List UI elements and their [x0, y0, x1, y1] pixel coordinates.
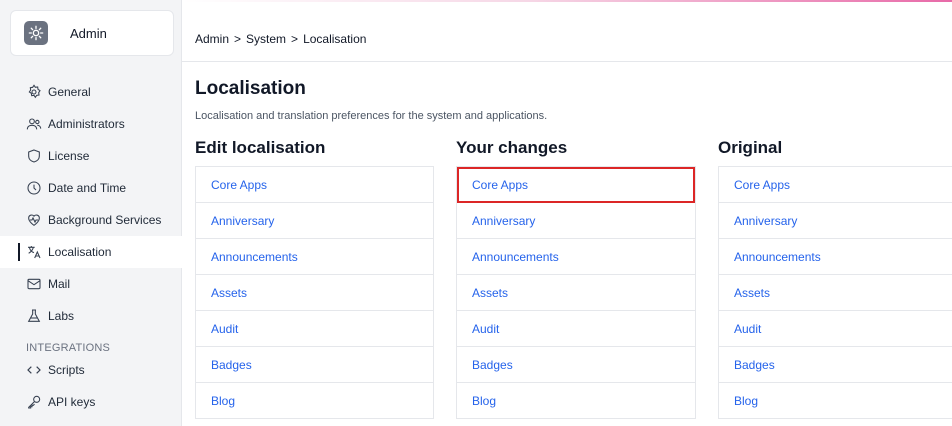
sidebar-item-label: Localisation	[48, 245, 112, 259]
list-item[interactable]: Assets	[719, 275, 952, 311]
sidebar-item-label: API keys	[48, 395, 96, 409]
sidebar-item-date-and-time[interactable]: Date and Time	[0, 172, 182, 204]
sidebar-item-background-services[interactable]: Background Services	[0, 204, 182, 236]
sidebar-item-labs[interactable]: Labs	[0, 300, 182, 332]
list-item[interactable]: Badges	[719, 347, 952, 383]
brand-name: Admin	[70, 25, 107, 41]
flask-icon	[26, 308, 42, 324]
list-item[interactable]: Badges	[196, 347, 433, 383]
list-item[interactable]: Anniversary	[719, 203, 952, 239]
list-item[interactable]: Blog	[196, 383, 433, 419]
sidebar-item-label: Scripts	[48, 363, 85, 377]
breadcrumb-separator: >	[291, 31, 299, 46]
sidebar-item-api-keys[interactable]: API keys	[0, 386, 182, 418]
column-title-your-changes: Your changes	[456, 138, 568, 157]
list-item[interactable]: Announcements	[457, 239, 695, 275]
mail-icon	[26, 276, 42, 292]
translate-icon	[26, 244, 42, 260]
list-item[interactable]: Core Apps	[719, 167, 952, 203]
sidebar-item-localisation[interactable]: Localisation	[0, 236, 182, 268]
column-title-edit-localisation: Edit localisation	[195, 138, 326, 157]
list-item-highlighted[interactable]: Core Apps	[457, 167, 695, 203]
list-item[interactable]: Anniversary	[457, 203, 695, 239]
list-item[interactable]: Anniversary	[196, 203, 433, 239]
clock-icon	[26, 180, 42, 196]
page-title: Localisation	[195, 78, 306, 99]
app-logo-icon	[24, 21, 48, 45]
sidebar-item-label: Labs	[48, 309, 75, 323]
list-item[interactable]: Audit	[457, 311, 695, 347]
users-icon	[26, 116, 42, 132]
sidebar-item-label: Mail	[48, 277, 71, 291]
brand-switcher[interactable]: Admin	[10, 10, 174, 56]
breadcrumb-item-admin[interactable]: Admin	[195, 32, 229, 46]
list-item[interactable]: Badges	[457, 347, 695, 383]
shield-icon	[26, 148, 42, 164]
sidebar-item-label: Date and Time	[48, 181, 127, 195]
list-item[interactable]: Assets	[196, 275, 433, 311]
sidebar-item-mail[interactable]: Mail	[0, 268, 182, 300]
breadcrumb-separator: >	[234, 31, 242, 46]
edit-localisation-list: Core Apps Anniversary Announcements Asse…	[195, 166, 434, 419]
sidebar-item-license[interactable]: License	[0, 140, 182, 172]
sidebar-item-label: License	[48, 149, 90, 163]
your-changes-list: Core Apps Anniversary Announcements Asse…	[456, 166, 696, 419]
key-icon	[26, 394, 42, 410]
gear-outline-icon	[26, 84, 42, 100]
sidebar-nav: General Administrators License Date and …	[0, 76, 182, 418]
sidebar-item-general[interactable]: General	[0, 76, 182, 108]
list-item[interactable]: Blog	[719, 383, 952, 419]
sidebar-item-administrators[interactable]: Administrators	[0, 108, 182, 140]
page-subtitle: Localisation and translation preferences…	[195, 110, 548, 122]
heartbeat-icon	[26, 212, 42, 228]
sidebar-item-label: Background Services	[48, 213, 162, 227]
list-item[interactable]: Announcements	[719, 239, 952, 275]
sidebar-section-integrations: INTEGRATIONS	[26, 342, 111, 354]
breadcrumb-item-localisation: Localisation	[303, 31, 367, 46]
sidebar-item-label: General	[48, 85, 91, 99]
breadcrumb: Admin > System > Localisation	[182, 16, 952, 62]
list-item[interactable]: Core Apps	[196, 167, 433, 203]
list-item[interactable]: Blog	[457, 383, 695, 419]
top-accent-bar	[182, 0, 952, 2]
original-list: Core Apps Anniversary Announcements Asse…	[718, 166, 952, 419]
code-icon	[26, 362, 42, 378]
list-item[interactable]: Audit	[196, 311, 433, 347]
column-title-original: Original	[718, 138, 783, 157]
sidebar-item-label: Administrators	[48, 117, 125, 131]
list-item[interactable]: Audit	[719, 311, 952, 347]
sidebar: Admin General Administrators License Dat…	[0, 0, 182, 426]
list-item[interactable]: Announcements	[196, 239, 433, 275]
list-item[interactable]: Assets	[457, 275, 695, 311]
breadcrumb-item-system[interactable]: System	[246, 32, 286, 46]
sidebar-item-scripts[interactable]: Scripts	[0, 354, 182, 386]
